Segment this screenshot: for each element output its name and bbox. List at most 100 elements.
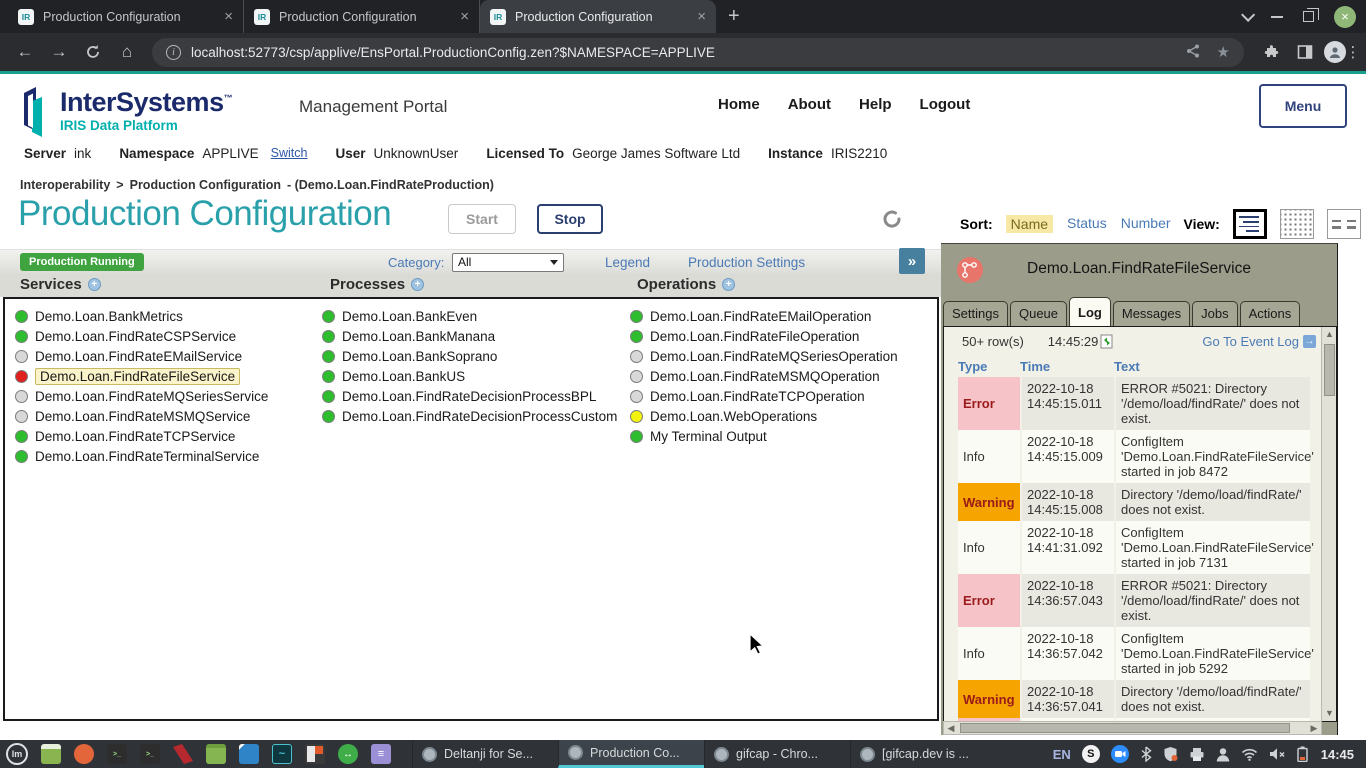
- add-service-icon[interactable]: +: [88, 278, 101, 291]
- config-item[interactable]: Demo.Loan.FindRateTerminalService: [15, 446, 268, 466]
- nav-link-home[interactable]: Home: [718, 96, 760, 113]
- taskbar-window-button[interactable]: Deltanji for Se...: [412, 740, 558, 768]
- browser-tab[interactable]: IRProduction Configuration×: [8, 0, 244, 33]
- config-item[interactable]: Demo.Loan.BankUS: [322, 366, 617, 386]
- view-split-button[interactable]: [1327, 209, 1361, 239]
- view-grid-button[interactable]: [1280, 209, 1314, 239]
- taskbar-window-button[interactable]: Production Co...: [558, 740, 704, 768]
- back-icon[interactable]: ←: [10, 37, 40, 67]
- bookmark-star-icon[interactable]: ★: [1217, 43, 1230, 61]
- nav-link-help[interactable]: Help: [859, 96, 892, 113]
- expand-panel-button[interactable]: »: [899, 248, 925, 274]
- nav-link-logout[interactable]: Logout: [920, 96, 971, 113]
- production-settings-link[interactable]: Production Settings: [688, 255, 805, 270]
- breadcrumb-page[interactable]: Production Configuration: [130, 178, 281, 192]
- start-menu-icon[interactable]: lm: [6, 743, 28, 765]
- config-item[interactable]: Demo.Loan.FindRateDecisionProcessBPL: [322, 386, 617, 406]
- switch-link[interactable]: Switch: [271, 146, 308, 161]
- category-select[interactable]: All: [452, 253, 564, 272]
- scroll-up-icon[interactable]: ▲: [1322, 327, 1337, 342]
- config-item[interactable]: Demo.Loan.BankMetrics: [15, 306, 268, 326]
- log-col-text[interactable]: Text: [1114, 359, 1310, 374]
- forward-icon[interactable]: →: [44, 37, 74, 67]
- panel-tab-settings[interactable]: Settings: [943, 301, 1008, 326]
- share-icon[interactable]: [1185, 43, 1201, 59]
- config-item[interactable]: Demo.Loan.FindRateEMailOperation: [630, 306, 898, 326]
- reload-icon[interactable]: [78, 37, 108, 67]
- config-item[interactable]: Demo.Loan.FindRateMSMQService: [15, 406, 268, 426]
- terminal-1-icon[interactable]: >_: [107, 744, 127, 764]
- scroll-down-icon[interactable]: ▼: [1322, 706, 1337, 721]
- taskbar-clock[interactable]: 14:45: [1321, 747, 1354, 762]
- config-item[interactable]: Demo.Loan.FindRateFileService: [15, 366, 268, 386]
- tab-close-icon[interactable]: ×: [224, 8, 233, 25]
- config-item[interactable]: Demo.Loan.BankManana: [322, 326, 617, 346]
- config-item[interactable]: Demo.Loan.FindRateTCPService: [15, 426, 268, 446]
- new-tab-button[interactable]: +: [716, 0, 752, 33]
- add-process-icon[interactable]: +: [411, 278, 424, 291]
- calculator-icon[interactable]: [305, 744, 325, 764]
- auto-refresh-icon[interactable]: [1100, 334, 1114, 349]
- config-item[interactable]: Demo.Loan.FindRateCSPService: [15, 326, 268, 346]
- log-col-time[interactable]: Time: [1020, 359, 1114, 374]
- panel-tab-jobs[interactable]: Jobs: [1192, 301, 1237, 326]
- wifi-icon[interactable]: [1241, 748, 1258, 761]
- nav-link-about[interactable]: About: [788, 96, 831, 113]
- browser-menu-icon[interactable]: ⋮: [1350, 37, 1356, 67]
- skype-icon[interactable]: S: [1082, 745, 1100, 763]
- restore-button[interactable]: [1303, 11, 1314, 22]
- folder-green-icon[interactable]: [206, 744, 226, 764]
- taskbar-window-button[interactable]: [gifcap.dev is ...: [850, 740, 996, 768]
- config-item[interactable]: Demo.Loan.FindRateMSMQOperation: [630, 366, 898, 386]
- browser-tab[interactable]: IRProduction Configuration×: [480, 0, 716, 33]
- breadcrumb-root[interactable]: Interoperability: [20, 178, 110, 192]
- legend-link[interactable]: Legend: [605, 255, 650, 270]
- sort-option-name[interactable]: Name: [1006, 215, 1053, 233]
- config-item[interactable]: Demo.Loan.FindRateMQSeriesService: [15, 386, 268, 406]
- close-window-button[interactable]: ×: [1334, 6, 1356, 28]
- panel-tab-queue[interactable]: Queue: [1010, 301, 1067, 326]
- config-item[interactable]: Demo.Loan.BankEven: [322, 306, 617, 326]
- config-item[interactable]: Demo.Loan.FindRateFileOperation: [630, 326, 898, 346]
- sort-option-number[interactable]: Number: [1121, 215, 1171, 233]
- stop-button[interactable]: Stop: [537, 204, 603, 234]
- menu-button[interactable]: Menu: [1259, 84, 1347, 128]
- tab-search-chevron-icon[interactable]: [1241, 7, 1255, 21]
- monitor-teal-icon[interactable]: ~: [272, 744, 292, 764]
- tab-close-icon[interactable]: ×: [460, 8, 469, 25]
- site-info-icon[interactable]: i: [166, 45, 181, 60]
- taskbar-window-button[interactable]: gifcap - Chro...: [704, 740, 850, 768]
- extensions-icon[interactable]: [1256, 37, 1286, 67]
- home-icon[interactable]: ⌂: [112, 37, 142, 67]
- keyboard-layout-indicator[interactable]: EN: [1053, 747, 1071, 762]
- app-orange-icon[interactable]: [74, 744, 94, 764]
- log-col-type[interactable]: Type: [958, 359, 1020, 374]
- vertical-scroll-thumb[interactable]: [1324, 344, 1335, 396]
- battery-icon[interactable]: [1297, 746, 1308, 762]
- vscode-icon[interactable]: [239, 744, 259, 764]
- shield-icon[interactable]: [1163, 746, 1178, 762]
- log-horizontal-scrollbar[interactable]: ◀ ▶: [943, 721, 1322, 735]
- config-item[interactable]: Demo.Loan.WebOperations: [630, 406, 898, 426]
- address-bar[interactable]: i localhost:52773/csp/applive/EnsPortal.…: [152, 38, 1244, 67]
- config-item[interactable]: Demo.Loan.BankSoprano: [322, 346, 617, 366]
- zoom-camera-icon[interactable]: [1111, 745, 1129, 763]
- tab-close-icon[interactable]: ×: [697, 8, 706, 25]
- config-item[interactable]: My Terminal Output: [630, 426, 898, 446]
- browser-tab[interactable]: IRProduction Configuration×: [244, 0, 480, 33]
- add-operation-icon[interactable]: +: [722, 278, 735, 291]
- sort-option-status[interactable]: Status: [1067, 215, 1107, 233]
- bluetooth-icon[interactable]: [1140, 746, 1152, 762]
- terminal-2-icon[interactable]: >_: [140, 744, 160, 764]
- panel-tab-log[interactable]: Log: [1069, 297, 1111, 326]
- document-purple-icon[interactable]: ≡: [371, 744, 391, 764]
- config-item[interactable]: Demo.Loan.FindRateDecisionProcessCustom: [322, 406, 617, 426]
- go-to-event-log-link[interactable]: Go To Event Log →: [1202, 334, 1316, 349]
- view-list-button[interactable]: [1233, 209, 1267, 239]
- user-icon[interactable]: [1216, 747, 1230, 762]
- scroll-left-icon[interactable]: ◀: [944, 722, 958, 734]
- app-green-circle-icon[interactable]: ↔: [338, 744, 358, 764]
- volume-muted-icon[interactable]: [1269, 747, 1286, 761]
- side-panel-icon[interactable]: [1290, 37, 1320, 67]
- config-item[interactable]: Demo.Loan.FindRateMQSeriesOperation: [630, 346, 898, 366]
